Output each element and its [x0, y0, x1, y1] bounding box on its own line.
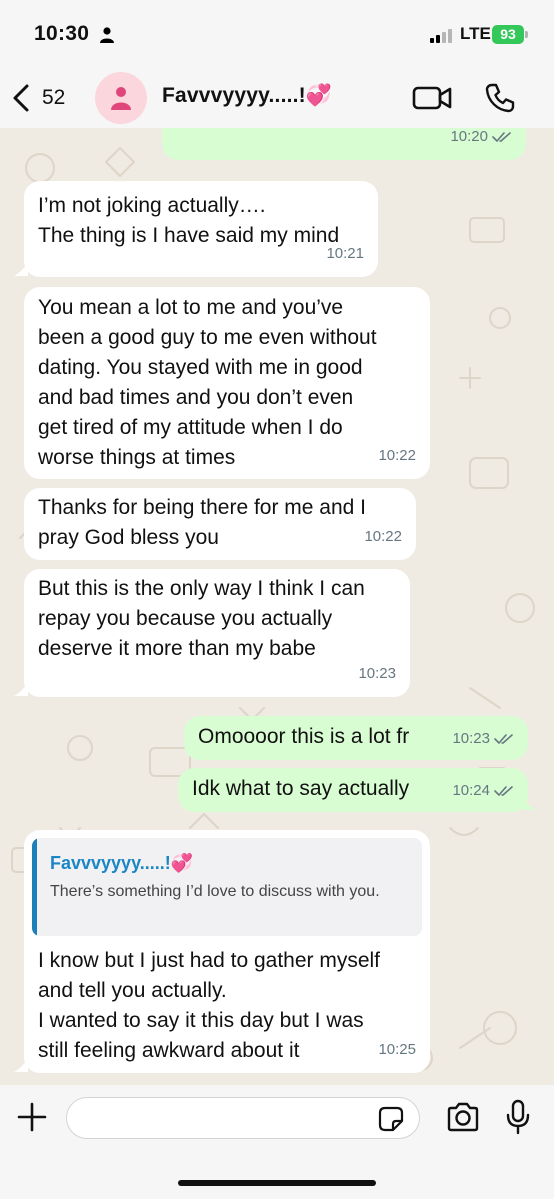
- message-time: 10:23: [358, 665, 396, 682]
- chat-header: 52 Favvvyyyy.....!💞: [0, 66, 554, 128]
- signal-strength-icon: [430, 29, 454, 43]
- message-incoming-reply[interactable]: Favvvyyyy.....!💞 There’s something I’d l…: [24, 830, 430, 1073]
- message-text: But this is the only way I think I can r…: [38, 577, 365, 660]
- quoted-text: There’s something I’d love to discuss wi…: [50, 883, 380, 900]
- sticker-icon[interactable]: [378, 1106, 404, 1132]
- contact-avatar[interactable]: [95, 72, 147, 124]
- person-icon: [111, 87, 131, 110]
- quoted-message[interactable]: Favvvyyyy.....!💞 There’s something I’d l…: [32, 838, 422, 936]
- double-check-icon: [494, 786, 513, 796]
- message-outgoing[interactable]: Idk what to say actually 10:24: [178, 768, 528, 812]
- plus-icon[interactable]: [16, 1101, 48, 1133]
- battery-level: 93: [500, 26, 516, 42]
- status-time: 10:30: [34, 22, 90, 45]
- chat-area[interactable]: 10:20 I’m not joking actually…. The thin…: [0, 128, 554, 1085]
- message-incoming[interactable]: I’m not joking actually…. The thing is I…: [24, 181, 378, 277]
- message-outgoing[interactable]: Omoooor this is a lot fr 10:23: [184, 716, 528, 760]
- person-icon: [100, 27, 114, 43]
- message-time: 10:25: [378, 1041, 416, 1058]
- contact-name[interactable]: Favvvyyyy.....!💞: [162, 84, 332, 108]
- microphone-icon[interactable]: [506, 1099, 530, 1135]
- message-incoming[interactable]: Thanks for being there for me and I pray…: [24, 488, 416, 560]
- message-outgoing[interactable]: 10:20: [162, 128, 526, 160]
- double-check-icon: [492, 132, 511, 142]
- message-text: You mean a lot to me and you’ve been a g…: [38, 296, 377, 469]
- input-bar: [0, 1085, 554, 1199]
- quote-accent-bar: [32, 838, 37, 936]
- message-input[interactable]: [66, 1097, 420, 1139]
- message-meta: 10:23: [452, 724, 514, 754]
- message-meta: 10:24: [452, 776, 514, 806]
- camera-icon[interactable]: [446, 1102, 480, 1132]
- chevron-left-icon: [13, 84, 29, 112]
- message-text: Thanks for being there for me and I pray…: [38, 496, 367, 549]
- message-meta: 10:20: [450, 128, 512, 152]
- message-text: I know but I just had to gather myself a…: [38, 949, 381, 1062]
- home-indicator: [178, 1180, 376, 1186]
- message-incoming[interactable]: But this is the only way I think I can r…: [24, 569, 410, 697]
- quoted-sender: Favvvyyyy.....!💞: [50, 853, 194, 873]
- message-time: 10:22: [364, 528, 402, 545]
- phone-icon[interactable]: [484, 82, 516, 114]
- message-time: 10:24: [452, 782, 490, 799]
- video-call-icon[interactable]: [412, 84, 452, 112]
- back-button[interactable]: 52: [10, 80, 80, 116]
- battery-indicator: 93: [492, 25, 524, 44]
- message-time: 10:22: [378, 447, 416, 464]
- network-type: LTE: [460, 24, 491, 43]
- message-text: I’m not joking actually…. The thing is I…: [38, 194, 340, 247]
- message-time: 10:20: [450, 128, 488, 145]
- message-time: 10:21: [326, 245, 364, 262]
- double-check-icon: [494, 734, 513, 744]
- message-incoming[interactable]: You mean a lot to me and you’ve been a g…: [24, 287, 430, 479]
- unread-count: 52: [42, 86, 66, 109]
- battery-tip: [525, 31, 528, 38]
- message-time: 10:23: [452, 730, 490, 747]
- status-bar: 10:30 LTE 93: [0, 0, 554, 66]
